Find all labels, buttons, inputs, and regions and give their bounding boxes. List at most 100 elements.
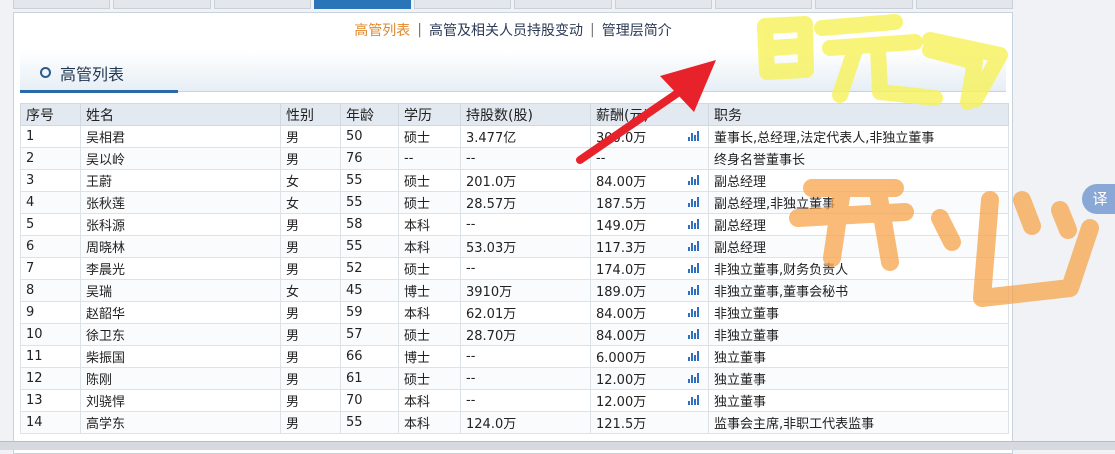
cell-shares: 124.0万 <box>460 411 591 434</box>
executive-table: 序号 姓名 性别 年龄 学历 持股数(股) 薪酬(元) 职务 1 吴相君男 50 硕士… <box>20 103 1009 434</box>
cell-education-text: 本科 <box>404 395 431 410</box>
cell-age: 55 <box>340 169 399 192</box>
cell-position-text: 副总经理 <box>714 241 767 256</box>
cell-gender-text: 男 <box>286 219 300 234</box>
cell-age-text: 52 <box>346 261 363 276</box>
cell-gender-text: 男 <box>286 307 300 322</box>
cell-shares: -- <box>460 345 591 368</box>
cell-age-text: 59 <box>346 305 363 320</box>
cell-no-text: 7 <box>26 261 35 276</box>
cell-shares-text: 62.01万 <box>466 307 517 322</box>
bar-chart-icon[interactable] <box>688 351 700 361</box>
top-tab[interactable] <box>213 0 311 9</box>
cell-name: 李晨光 <box>80 257 281 280</box>
cell-name: 柴振国 <box>80 345 281 368</box>
subnav-shareholding-changes[interactable]: 高管及相关人员持股变动 <box>429 20 583 40</box>
cell-position-text: 终身名誉董事长 <box>714 153 806 168</box>
cell-gender: 男 <box>280 389 341 412</box>
cell-education: 本科 <box>398 389 461 412</box>
cell-no: 10 <box>20 323 81 346</box>
cell-name: 高学东 <box>80 411 281 434</box>
cell-no-text: 11 <box>26 349 43 364</box>
bar-chart-icon[interactable] <box>688 241 700 251</box>
cell-position-text: 监事会主席,非职工代表监事 <box>714 417 875 432</box>
table-row: 14 高学东 男 55 本科 124.0万 121.5万 监事会主席,非职工代表监事 <box>20 411 1009 434</box>
bar-chart-icon[interactable] <box>688 285 700 295</box>
table-row: 4 张秋莲 女 55 硕士 28.57万 187.5万 副总经理,非独立董事 <box>20 191 1009 214</box>
top-tab[interactable] <box>13 0 111 9</box>
bar-chart-icon[interactable] <box>688 307 700 317</box>
cell-no: 4 <box>20 191 81 214</box>
section-title: 高管列表 <box>60 65 125 84</box>
col-header-age: 年龄 <box>340 103 399 126</box>
cell-position: 非独立董事,董事会秘书 <box>708 279 1009 302</box>
cell-gender-text: 女 <box>286 197 300 212</box>
cell-education-text: 博士 <box>404 285 431 300</box>
cell-position: 终身名誉董事长 <box>708 147 1009 170</box>
bar-chart-icon[interactable] <box>688 131 700 141</box>
cell-gender-text: 男 <box>286 153 300 168</box>
cell-education-text: 硕士 <box>404 175 431 190</box>
cell-gender: 女 <box>280 191 341 214</box>
subnav-management-profile[interactable]: 管理层简介 <box>602 20 672 40</box>
top-tab[interactable] <box>113 0 211 9</box>
cell-gender-text: 男 <box>286 395 300 410</box>
cell-no: 2 <box>20 147 81 170</box>
top-tab[interactable] <box>915 0 1013 9</box>
cell-name-text: 王蔚 <box>86 175 113 190</box>
cell-salary-text: 84.00万 <box>596 307 647 322</box>
cell-education: 本科 <box>398 213 461 236</box>
cell-position: 副总经理 <box>708 235 1009 258</box>
cell-education-text: -- <box>404 151 414 166</box>
cell-shares: -- <box>460 147 591 170</box>
cell-name-text: 徐卫东 <box>86 329 126 344</box>
cell-salary: 84.00万 <box>590 301 709 324</box>
cell-education-text: 硕士 <box>404 373 431 388</box>
subnav-executive-list[interactable]: 高管列表 <box>354 20 410 40</box>
bar-chart-icon[interactable] <box>688 395 700 405</box>
cell-salary-text: 6.000万 <box>596 351 647 366</box>
top-tab[interactable] <box>715 0 813 9</box>
bar-chart-icon[interactable] <box>688 219 700 229</box>
cell-education-text: 本科 <box>404 219 431 234</box>
cell-education: 硕士 <box>398 191 461 214</box>
cell-age-text: 45 <box>346 283 363 298</box>
translate-button[interactable]: 译 <box>1082 184 1115 214</box>
bar-chart-icon[interactable] <box>688 329 700 339</box>
cell-shares-text: 201.0万 <box>466 175 517 190</box>
cell-gender-text: 男 <box>286 373 300 388</box>
top-tab[interactable] <box>815 0 913 9</box>
cell-education: 博士 <box>398 279 461 302</box>
cell-age: 52 <box>340 257 399 280</box>
cell-salary-text: 189.0万 <box>596 285 647 300</box>
cell-name: 陈刚 <box>80 367 281 390</box>
cell-salary: 6.000万 <box>590 345 709 368</box>
bar-chart-icon[interactable] <box>688 373 700 383</box>
cell-salary-text: 149.0万 <box>596 219 647 234</box>
cell-salary: 84.00万 <box>590 169 709 192</box>
top-tab[interactable] <box>514 0 612 9</box>
cell-name-text: 吴瑞 <box>86 285 113 300</box>
top-tab[interactable] <box>414 0 512 9</box>
cell-salary: 12.00万 <box>590 389 709 412</box>
cell-no: 12 <box>20 367 81 390</box>
cell-age-text: 70 <box>346 393 363 408</box>
bar-chart-icon[interactable] <box>688 197 700 207</box>
cell-no-text: 10 <box>26 327 43 342</box>
cell-shares-text: -- <box>466 371 476 386</box>
bar-chart-icon[interactable] <box>688 263 700 273</box>
cell-education: -- <box>398 147 461 170</box>
cell-name-text: 陈刚 <box>86 373 113 388</box>
col-header-gender: 性别 <box>280 103 341 126</box>
cell-salary: -- <box>590 147 709 170</box>
cell-no: 13 <box>20 389 81 412</box>
bar-chart-icon[interactable] <box>688 175 700 185</box>
cell-position-text: 独立董事 <box>714 395 767 410</box>
cell-position-text: 副总经理,非独立董事 <box>714 197 836 212</box>
cell-position: 董事长,总经理,法定代表人,非独立董事 <box>708 125 1009 148</box>
cell-no-text: 9 <box>26 305 35 320</box>
top-tab-active[interactable] <box>313 0 412 9</box>
table-row: 10 徐卫东 男 57 硕士 28.70万 84.00万 非独立董事 <box>20 323 1009 346</box>
top-tab[interactable] <box>614 0 713 9</box>
cell-shares: 53.03万 <box>460 235 591 258</box>
